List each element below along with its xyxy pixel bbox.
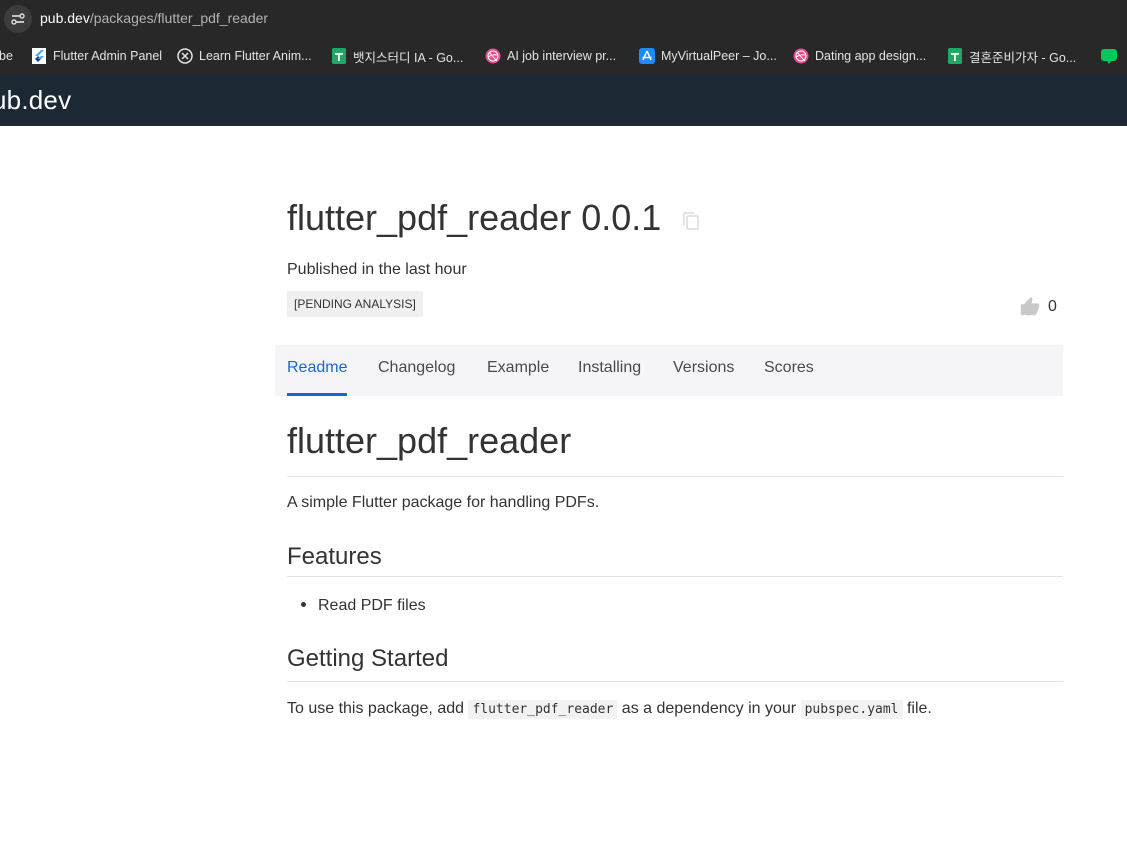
bookmark-label: 뱃지스터디 IA - Go... bbox=[353, 50, 464, 65]
bookmark-item[interactable]: Learn Flutter Anim... bbox=[177, 37, 312, 75]
features-heading: Features bbox=[287, 543, 1063, 577]
url-text[interactable]: pub.dev/packages/flutter_pdf_reader bbox=[40, 10, 268, 26]
bookmark-item[interactable]: 뱃지스터디 IA - Go... bbox=[331, 37, 463, 75]
tab-versions[interactable]: Versions bbox=[673, 345, 734, 396]
app-store-icon bbox=[639, 48, 655, 64]
text-segment: as a dependency in your bbox=[617, 700, 801, 717]
bookmark-item[interactable] bbox=[1101, 37, 1123, 75]
site-logo[interactable]: ub.dev bbox=[0, 85, 71, 116]
package-tabs: Readme Changelog Example Installing Vers… bbox=[275, 345, 1063, 396]
tab-installing[interactable]: Installing bbox=[578, 345, 641, 396]
bookmark-label: be bbox=[0, 49, 13, 63]
getting-started-heading: Getting Started bbox=[287, 645, 1063, 682]
url-host: pub.dev bbox=[40, 10, 90, 26]
tab-scores[interactable]: Scores bbox=[764, 345, 814, 396]
site-header: ub.dev bbox=[0, 75, 1127, 126]
flutter-icon bbox=[31, 48, 47, 64]
bookmarks-bar: be Flutter Admin Panel Learn Flutter Ani… bbox=[0, 37, 1127, 75]
x-circle-icon bbox=[177, 48, 193, 64]
readme-description: A simple Flutter package for handling PD… bbox=[287, 494, 600, 511]
bookmark-label: AI job interview pr... bbox=[507, 49, 617, 63]
google-sheets-icon bbox=[331, 48, 347, 64]
package-title: flutter_pdf_reader 0.0.1 bbox=[287, 197, 662, 238]
dribbble-icon bbox=[485, 48, 501, 64]
url-path: /packages/flutter_pdf_reader bbox=[89, 10, 269, 26]
bookmark-item[interactable]: Flutter Admin Panel bbox=[31, 37, 162, 75]
tab-readme[interactable]: Readme bbox=[287, 345, 348, 396]
bookmark-label: Dating app design... bbox=[815, 49, 927, 63]
thumbs-up-icon[interactable] bbox=[1019, 296, 1041, 318]
like-count: 0 bbox=[1048, 298, 1057, 315]
blog-icon bbox=[1101, 48, 1117, 64]
text-segment: file. bbox=[902, 700, 932, 717]
inline-code-package: flutter_pdf_reader bbox=[468, 700, 618, 719]
bullet-dot bbox=[301, 601, 306, 607]
text-segment: To use this package, add bbox=[287, 700, 469, 717]
bookmark-item[interactable]: be bbox=[0, 37, 13, 75]
published-info: Published in the last hour bbox=[287, 261, 467, 278]
google-sheets-icon bbox=[947, 48, 963, 64]
browser-address-bar[interactable]: pub.dev/packages/flutter_pdf_reader bbox=[0, 0, 1127, 37]
bookmark-item[interactable]: 결혼준비가자 - Go... bbox=[947, 37, 1076, 75]
bookmark-label: MyVirtualPeer – Jo... bbox=[661, 49, 777, 63]
site-info-icon[interactable] bbox=[4, 5, 32, 33]
bookmark-item[interactable]: AI job interview pr... bbox=[485, 37, 616, 75]
bookmark-label: Flutter Admin Panel bbox=[53, 49, 163, 63]
dribbble-icon bbox=[793, 48, 809, 64]
bookmark-label: 결혼준비가자 - Go... bbox=[969, 50, 1077, 65]
inline-code-pubspec: pubspec.yaml bbox=[800, 700, 903, 719]
bookmark-item[interactable]: Dating app design... bbox=[793, 37, 926, 75]
copy-icon[interactable] bbox=[682, 211, 700, 231]
readme-title: flutter_pdf_reader bbox=[287, 420, 1063, 477]
tab-example[interactable]: Example bbox=[487, 345, 549, 396]
bookmark-label: Learn Flutter Anim... bbox=[199, 49, 312, 63]
status-badge: [PENDING ANALYSIS] bbox=[287, 291, 423, 317]
getting-started-text: To use this package, add flutter_pdf_rea… bbox=[287, 700, 932, 719]
feature-text: Read PDF files bbox=[318, 597, 426, 614]
tab-changelog[interactable]: Changelog bbox=[378, 345, 455, 396]
list-item: Read PDF files bbox=[301, 597, 426, 615]
bookmark-item[interactable]: MyVirtualPeer – Jo... bbox=[639, 37, 777, 75]
